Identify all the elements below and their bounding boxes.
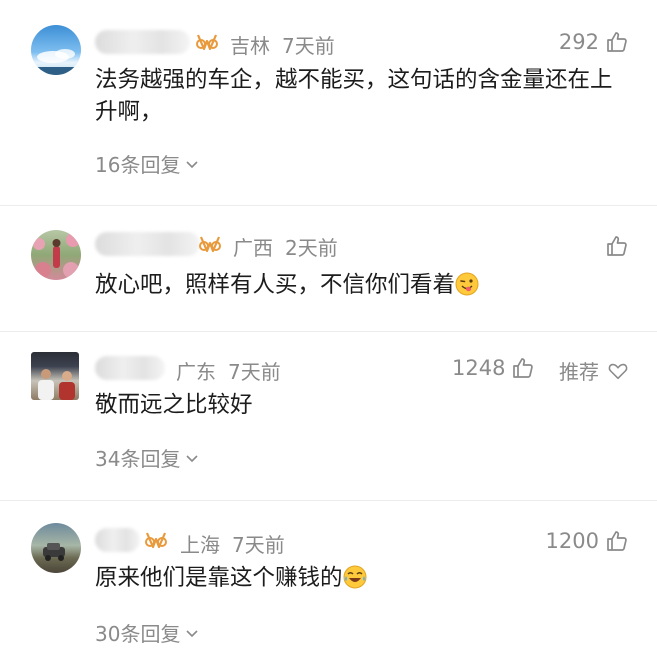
comment-text: 原来他们是靠这个赚钱的 — [95, 565, 343, 591]
thumbs-up-icon — [607, 32, 627, 52]
chevron-down-icon — [186, 454, 199, 462]
comment-meta: 吉林 7天前 — [230, 30, 335, 59]
timestamp: 7天前 — [228, 360, 281, 384]
comment-meta: 广西 2天前 — [233, 232, 338, 261]
username-blurred[interactable] — [95, 30, 190, 54]
replies-count: 16条回复 — [95, 153, 181, 177]
person-in-flowers-avatar-image — [33, 233, 80, 278]
avatar[interactable] — [31, 25, 81, 75]
location: 广东 — [176, 360, 216, 384]
replies-link[interactable]: 34条回复 — [95, 443, 200, 472]
location: 广西 — [233, 236, 273, 260]
chevron-down-icon — [186, 629, 199, 637]
comment-item: 吉林 7天前 292 法务越强的车企，越不能买，这句话的含金量还在上升啊， 16条… — [0, 0, 657, 195]
like-count: 292 — [558, 30, 599, 54]
username-blurred[interactable] — [95, 232, 200, 256]
location: 吉林 — [230, 34, 270, 58]
heart-icon — [608, 363, 628, 379]
like-button[interactable]: 1200 — [546, 529, 629, 553]
comment-meta: 上海 7天前 — [180, 529, 285, 558]
comment-item: 广东 7天前 1248 推荐 敬而远之比较好 34条回复 — [0, 332, 657, 502]
vip-badge-icon — [145, 532, 167, 549]
comment-text-container: 放心吧，照样有人买，不信你们看着 — [95, 269, 629, 301]
replies-link[interactable]: 16条回复 — [95, 149, 200, 178]
comment-text: 放心吧，照样有人买，不信你们看着 — [95, 272, 456, 298]
recommend-label: 推荐 — [559, 360, 599, 384]
comment-meta: 广东 7天前 — [176, 356, 281, 385]
two-people-avatar-image — [38, 369, 75, 400]
thumbs-up-icon — [607, 531, 627, 551]
location: 上海 — [180, 533, 220, 557]
username-blurred[interactable] — [95, 528, 140, 552]
comment-text: 法务越强的车企，越不能买，这句话的含金量还在上升啊， — [95, 67, 613, 125]
like-count: 1200 — [545, 529, 599, 553]
replies-link[interactable]: 30条回复 — [95, 618, 200, 647]
thumbs-up-icon — [513, 358, 534, 378]
avatar[interactable] — [31, 523, 81, 573]
like-button[interactable]: 292 — [559, 30, 629, 54]
like-button[interactable]: 1248 — [452, 356, 535, 380]
vip-badge-icon — [196, 34, 218, 51]
like-button[interactable] — [605, 234, 629, 258]
replies-count: 30条回复 — [95, 622, 181, 646]
avatar[interactable] — [31, 230, 81, 280]
comment-item: 上海 7天前 1200 原来他们是靠这个赚钱的 30条回复 — [0, 501, 657, 657]
recommend-button[interactable]: 推荐 — [559, 356, 629, 385]
replies-count: 34条回复 — [95, 447, 181, 471]
sky-avatar-image — [31, 49, 81, 75]
timestamp: 7天前 — [232, 533, 285, 557]
car-in-field-avatar-image — [43, 543, 65, 561]
comment-text: 敬而远之比较好 — [95, 392, 253, 418]
chevron-down-icon — [186, 160, 199, 168]
username-blurred[interactable] — [95, 356, 165, 380]
comment-item: 广西 2天前 放心吧，照样有人买，不信你们看着 — [0, 206, 657, 321]
avatar[interactable] — [31, 352, 79, 400]
timestamp: 7天前 — [282, 34, 335, 58]
vip-badge-icon — [199, 236, 221, 253]
comment-text-container: 原来他们是靠这个赚钱的 — [95, 562, 629, 594]
wink-tongue-emoji-icon — [455, 272, 479, 296]
like-count: 1248 — [452, 356, 506, 380]
timestamp: 2天前 — [285, 236, 338, 260]
thumbs-up-icon — [607, 236, 627, 256]
laugh-cry-emoji-icon — [343, 565, 367, 589]
